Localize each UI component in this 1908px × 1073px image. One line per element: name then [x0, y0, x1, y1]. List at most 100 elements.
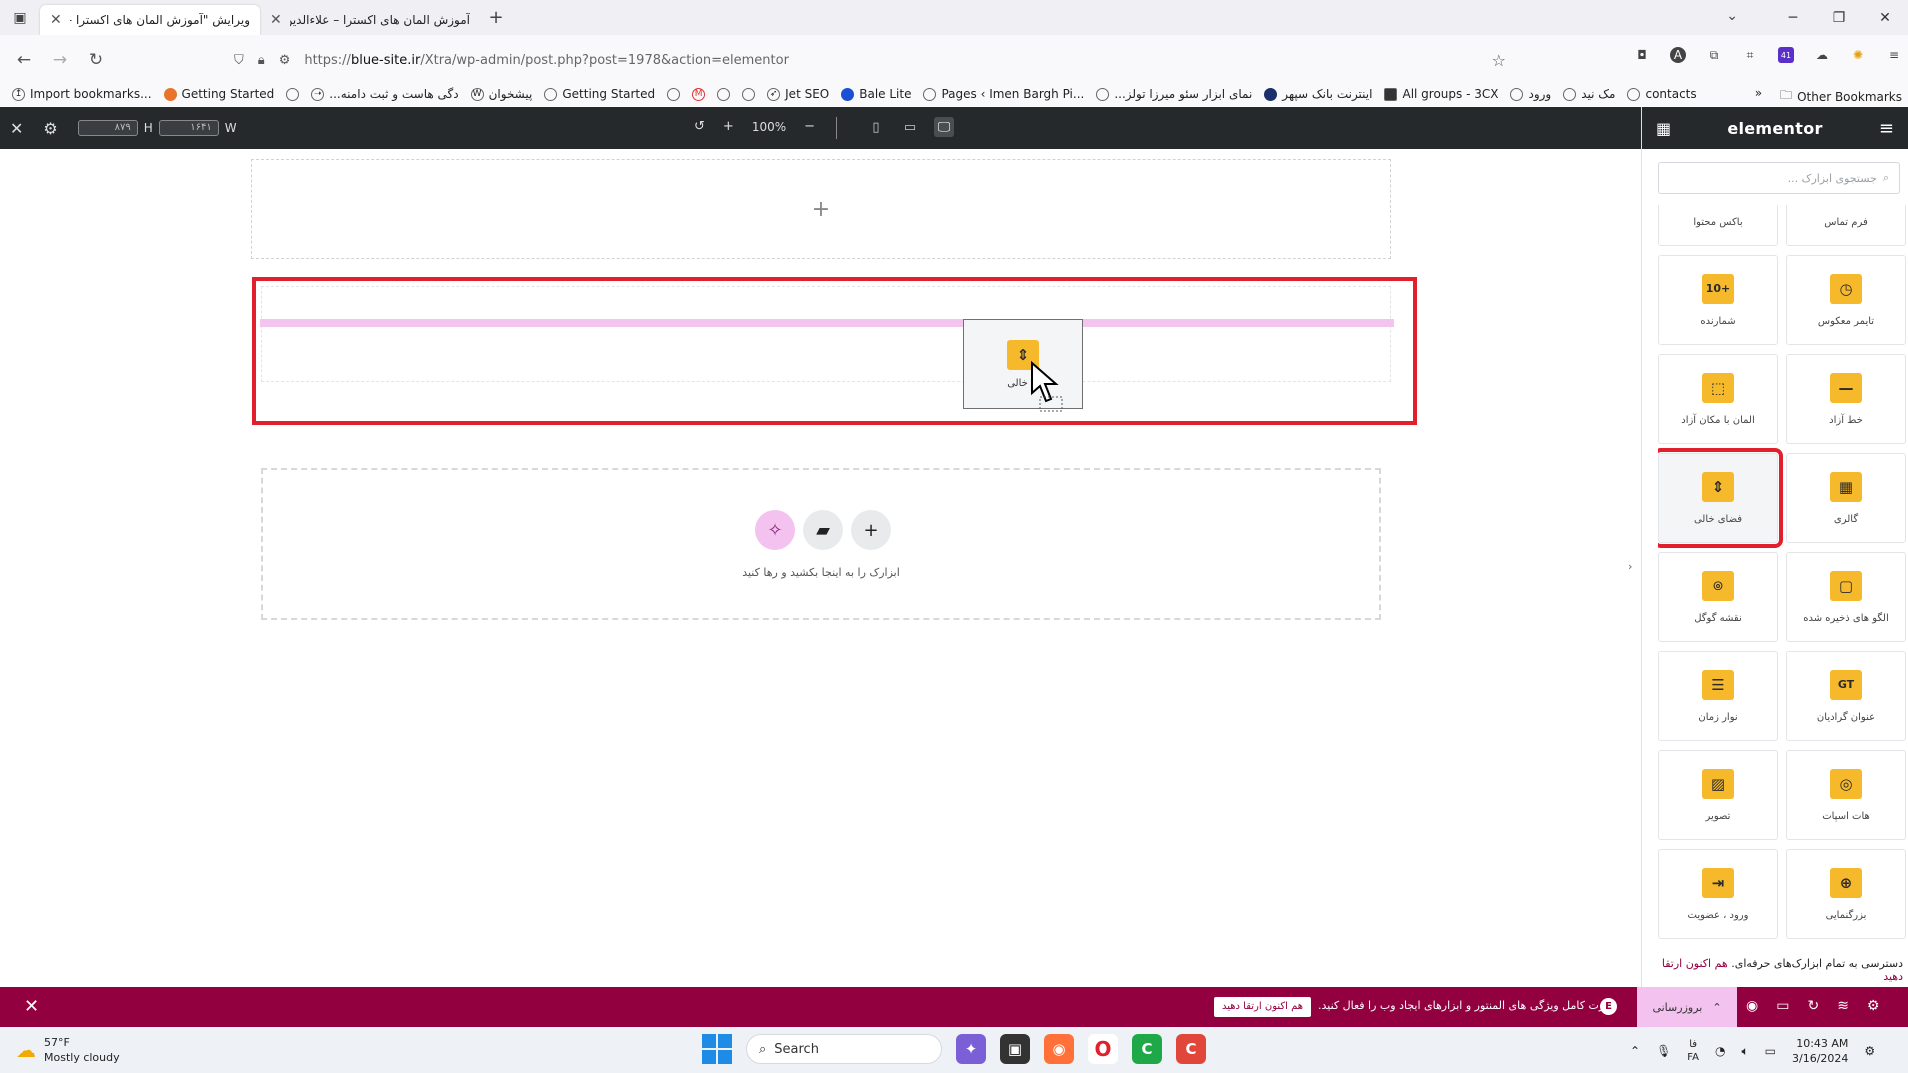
battery-icon[interactable]: ▭: [1765, 1044, 1776, 1058]
extensions-icon[interactable]: ⧉: [1706, 47, 1722, 63]
widget-card[interactable]: GT عنوان گرادیان: [1786, 651, 1906, 741]
widget-card[interactable]: ◷ تایمر معکوس: [1786, 255, 1906, 345]
opera-icon[interactable]: O: [1088, 1034, 1118, 1064]
tablet-icon[interactable]: ▭: [900, 117, 920, 137]
chevron-up-icon[interactable]: ⌃: [1630, 1044, 1640, 1058]
account-icon[interactable]: A: [1670, 47, 1686, 63]
minimize-button[interactable]: ─: [1770, 0, 1816, 35]
bookmark-star-icon[interactable]: ☆: [1492, 51, 1506, 70]
notification-icon[interactable]: ⚙: [1864, 1044, 1875, 1058]
drop-section[interactable]: [261, 286, 1391, 382]
close-icon[interactable]: ✕: [10, 119, 23, 138]
close-window-button[interactable]: ✕: [1862, 0, 1908, 35]
camtasia-icon[interactable]: C: [1132, 1034, 1162, 1064]
widget-search-input[interactable]: ⌕ جستجوی ابزارک ...: [1658, 162, 1900, 194]
firefox-icon[interactable]: ◉: [1044, 1034, 1074, 1064]
hamburger-icon[interactable]: ≡: [1879, 118, 1894, 139]
task-view-icon[interactable]: ▣: [1000, 1034, 1030, 1064]
taskbar-search[interactable]: ⌕ Search: [746, 1034, 942, 1064]
upgrade-button[interactable]: هم اکنون ارتقا دهید: [1214, 997, 1312, 1017]
widget-card[interactable]: ⇕ فضای خالی: [1658, 448, 1783, 548]
bookmark-item[interactable]: All groups - 3CX: [1384, 87, 1498, 101]
windows-start-icon[interactable]: [702, 1034, 732, 1064]
widget-card[interactable]: ⊕ بزرگنمایی: [1786, 849, 1906, 939]
tab-editor[interactable]: ویرایش "آموزش المان های اکسترا – ع ✕: [40, 4, 260, 35]
lock-icon[interactable]: 🔒︎: [258, 53, 265, 68]
chevron-right-icon[interactable]: »: [1755, 86, 1762, 106]
panel-collapse-icon[interactable]: ›: [1628, 560, 1632, 573]
layers-icon[interactable]: ≋: [1837, 998, 1849, 1014]
bookmark-item[interactable]: [667, 87, 681, 101]
desktop-icon[interactable]: 🖵︎: [934, 117, 954, 137]
width-input[interactable]: ۱۶۴۱: [158, 120, 219, 136]
tab-course[interactable]: آموزش المان های اکسترا – علاءالدین ✕: [260, 5, 480, 35]
widget-card[interactable]: ⇥ ورود ، عضویت: [1658, 849, 1778, 939]
menu-icon[interactable]: ≡: [1886, 47, 1902, 63]
history-icon[interactable]: ↻: [1807, 998, 1819, 1014]
other-bookmarks[interactable]: 🗀 Other Bookmarks: [1780, 86, 1902, 106]
ai-sparkle-icon[interactable]: ✧: [755, 510, 795, 550]
widget-card[interactable]: ▢ الگو های ذخیره شده: [1786, 552, 1906, 642]
close-icon[interactable]: ✕: [24, 996, 39, 1017]
crop-icon[interactable]: ⌗: [1742, 47, 1758, 63]
back-button[interactable]: ←: [6, 50, 42, 70]
bookmark-item[interactable]: M: [692, 87, 706, 101]
gear-icon[interactable]: ⚙: [43, 119, 57, 138]
restore-button[interactable]: ❐: [1816, 0, 1862, 35]
preview-eye-icon[interactable]: ◉: [1746, 998, 1758, 1014]
settings-extension-icon[interactable]: ✺: [1850, 47, 1866, 63]
undo-icon[interactable]: ↺: [694, 119, 705, 134]
settings-gear-icon[interactable]: ⚙: [1867, 998, 1880, 1014]
bookmark-item[interactable]: ➝ ...دگی هاست و ثبت دامنه: [311, 87, 459, 101]
close-icon[interactable]: ✕: [50, 12, 62, 28]
camtasia-recorder-icon[interactable]: C: [1176, 1034, 1206, 1064]
url-bar[interactable]: ⛉ 🔒︎ ⚙ https://blue-site.ir/Xtra/wp-admi…: [224, 44, 1514, 76]
bookmark-item[interactable]: [717, 87, 731, 101]
widget-card[interactable]: 10+ شمارنده: [1658, 255, 1778, 345]
bookmark-item[interactable]: Getting Started: [544, 87, 655, 101]
responsive-icon[interactable]: ▭: [1776, 998, 1789, 1014]
bookmark-item[interactable]: ...نمای ابزار سئو میرزا تولز: [1096, 87, 1252, 101]
zoom-out-button[interactable]: −: [804, 119, 815, 134]
new-tab-button[interactable]: +: [480, 7, 512, 28]
widget-card[interactable]: — خط آزاد: [1786, 354, 1906, 444]
chevron-down-icon[interactable]: ⌄: [1726, 8, 1738, 24]
url-text[interactable]: https://blue-site.ir/Xtra/wp-admin/post.…: [304, 53, 1477, 68]
bookmark-item[interactable]: contacts: [1627, 87, 1697, 101]
tab-overview-icon[interactable]: ▣: [0, 0, 40, 35]
bookmark-item[interactable]: Pages ‹ Imen Bargh Pi...: [923, 87, 1084, 101]
widget-card[interactable]: ☰ نوار زمان: [1658, 651, 1778, 741]
bookmark-item[interactable]: ورود: [1510, 87, 1551, 101]
reload-button[interactable]: ↻: [78, 50, 114, 70]
wifi-icon[interactable]: ◔: [1715, 1044, 1725, 1058]
weather-widget[interactable]: ☁ 57°F Mostly cloudy: [16, 1035, 120, 1065]
bookmark-item[interactable]: ↥ Import bookmarks...: [12, 87, 152, 101]
microphone-icon[interactable]: 🎙︎: [1656, 1044, 1671, 1058]
height-input[interactable]: ۸۷۹: [77, 120, 138, 136]
update-button[interactable]: بروزرسانی ⌃: [1637, 987, 1737, 1027]
bookmark-item[interactable]: مک نید: [1563, 87, 1615, 101]
close-icon[interactable]: ✕: [270, 12, 282, 28]
copilot-icon[interactable]: ✦: [956, 1034, 986, 1064]
bookmark-item[interactable]: W پیشخوان: [470, 87, 532, 101]
widget-card[interactable]: ⬚ المان با مکان آزاد: [1658, 354, 1778, 444]
cloud-icon[interactable]: ☁: [1814, 47, 1830, 63]
widget-card[interactable]: ▣باکس محتوا: [1658, 205, 1778, 246]
bookmark-item[interactable]: Bale Lite: [841, 87, 911, 101]
widget-card[interactable]: ▦ گالری: [1786, 453, 1906, 543]
empty-section[interactable]: +: [251, 159, 1391, 259]
clock[interactable]: 10:43 AM 3/16/2024: [1792, 1036, 1848, 1066]
mobile-icon[interactable]: ▯: [866, 117, 886, 137]
grid-icon[interactable]: ▦: [1656, 119, 1671, 138]
folder-icon[interactable]: ▰: [803, 510, 843, 550]
zoom-in-button[interactable]: +: [723, 119, 734, 134]
permissions-icon[interactable]: ⚙: [279, 53, 291, 68]
pocket-icon[interactable]: ◘: [1634, 47, 1650, 63]
plus-icon[interactable]: +: [812, 197, 830, 222]
vpn-extension-icon[interactable]: 41: [1778, 47, 1794, 63]
forward-button[interactable]: →: [42, 50, 78, 70]
widget-card[interactable]: ▨ تصویر: [1658, 750, 1778, 840]
add-section-area[interactable]: ✧ ▰ + ابزارک را به اینجا بکشید و رها کنی…: [261, 468, 1381, 620]
bookmark-item[interactable]: [742, 87, 756, 101]
shield-icon[interactable]: ⛉: [234, 53, 244, 68]
